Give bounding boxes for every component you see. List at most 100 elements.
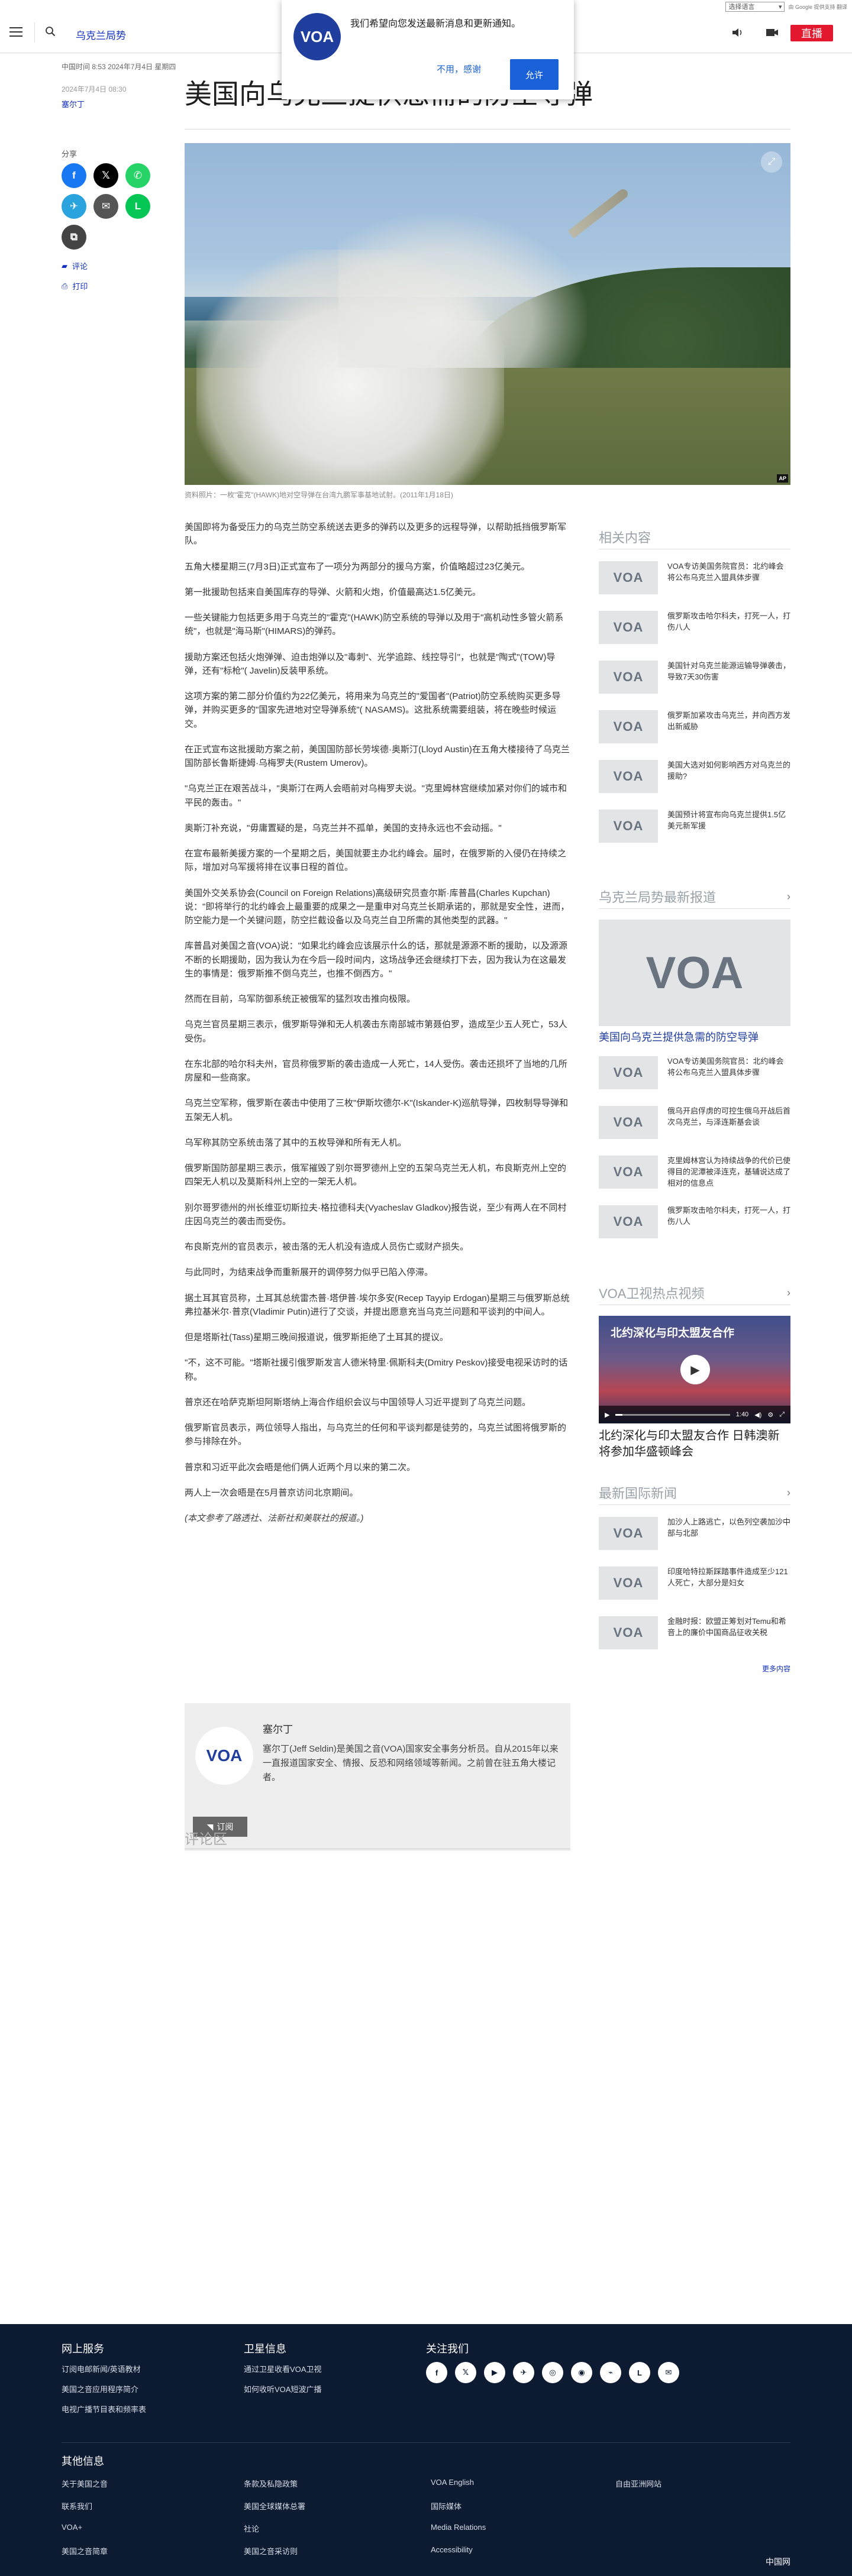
follow-us-heading: 关注我们 xyxy=(426,2343,469,2355)
article-paragraph: 然而在目前，乌军防御系统正被俄军的猛烈攻击推向极限。 xyxy=(185,994,416,1004)
menu-icon[interactable] xyxy=(9,27,22,37)
footer-link[interactable]: 条款及私隐政策 xyxy=(244,2478,298,2489)
article-paragraph: 乌克兰官员星期三表示，俄罗斯导弹和无人机袭击东南部城市第聂伯罗，造成至少五人死亡… xyxy=(185,1020,567,1044)
author-link[interactable]: 塞尔丁 xyxy=(62,98,85,109)
podcast-icon[interactable]: ◉ xyxy=(571,2362,592,2383)
telegram-share-icon[interactable]: ✈ xyxy=(62,194,86,219)
decline-notifications-button[interactable]: 不用，感谢 xyxy=(437,63,481,75)
video-caption[interactable]: 北约深化与印太盟友合作 日韩澳新将参加华盛顿峰会 xyxy=(599,1428,790,1460)
x-icon[interactable]: 𝕏 xyxy=(455,2362,476,2383)
rail-item-title: 俄罗斯攻击哈尔科夫，打死一人，打伤八人 xyxy=(667,611,791,632)
instagram-icon[interactable]: ◎ xyxy=(542,2362,563,2383)
whatsapp-share-icon[interactable]: ✆ xyxy=(125,163,150,188)
footer-link[interactable]: 美国之音简章 xyxy=(62,2545,108,2556)
featured-thumbnail[interactable]: VOA xyxy=(599,920,790,1026)
rail-item[interactable]: VOA 俄罗斯加紧攻击乌克兰，并向西方发出新威胁 xyxy=(599,710,790,748)
rail-item[interactable]: VOA VOA专访美国务院官员：北约峰会将公布乌克兰入盟具体步骤 xyxy=(599,1056,790,1094)
rail-item[interactable]: VOA 美国针对乌克兰能源运输导弹袭击，导致7天30伤害 xyxy=(599,661,790,698)
header-section-link[interactable]: 乌克兰局势 xyxy=(76,27,126,42)
notification-prompt: VOA 我们希望向您发送最新消息和更新通知。 不用，感谢 允许 xyxy=(282,0,574,99)
photo-credit: AP xyxy=(777,474,788,483)
fullscreen-icon[interactable]: ⤢ xyxy=(779,1411,785,1419)
article-paragraph: "不，这不可能。"塔斯社援引俄罗斯发言人德米特里·佩斯科夫(Dmitry Pes… xyxy=(185,1358,568,1382)
video-progress[interactable] xyxy=(615,1413,730,1416)
telegram-icon[interactable]: ✈ xyxy=(513,2362,534,2383)
rail-item[interactable]: VOA 俄罗斯攻击哈尔科夫，打死一人，打伤八人 xyxy=(599,1205,790,1243)
footer-link[interactable]: 美国全球媒体总署 xyxy=(244,2500,305,2512)
footer-link[interactable]: 自由亚洲网站 xyxy=(615,2478,661,2489)
live-button[interactable]: 直播 xyxy=(790,25,833,41)
facebook-icon[interactable]: f xyxy=(426,2362,447,2383)
line-share-icon[interactable]: L xyxy=(125,194,150,219)
article-paragraph: 但是塔斯社(Tass)星期三晚间报道说，俄罗斯拒绝了土耳其的提议。 xyxy=(185,1332,448,1342)
video-heading[interactable]: VOA卫视热点视频 › xyxy=(599,1283,790,1305)
rail-item[interactable]: VOA 印度哈特拉斯踩踏事件造成至少121人死亡，大部分是妇女 xyxy=(599,1567,790,1604)
youtube-icon[interactable]: ▶ xyxy=(484,2362,505,2383)
footer-link[interactable]: 国际媒体 xyxy=(431,2500,462,2512)
article-paragraph: 库普昌对美国之音(VOA)说："如果北约峰会应该展示什么的话，那就是源源不断的援… xyxy=(185,941,567,979)
rail-item[interactable]: VOA VOA专访美国务院官员：北约峰会将公布乌克兰入盟具体步骤 xyxy=(599,561,790,599)
world-list: VOA 加沙人上路逃亡，以色列空袭加沙中部与北部 VOA 印度哈特拉斯踩踏事件造成至少… xyxy=(599,1517,790,1654)
volume-icon[interactable]: ◀) xyxy=(754,1411,761,1419)
footer-link[interactable]: 美国之音应用程序简介 xyxy=(62,2383,138,2394)
footer-link[interactable]: 订阅电邮新闻/英语教材 xyxy=(62,2363,141,2374)
expand-icon[interactable]: ⤢ xyxy=(761,151,782,173)
video-player[interactable]: 北约深化与印太盟友合作 ▶ ▶ 1:40 ◀) ⚙ ⤢ xyxy=(599,1316,790,1423)
ukraine-heading[interactable]: 乌克兰局势最新报道 › xyxy=(599,887,790,909)
play-small-icon[interactable]: ▶ xyxy=(605,1411,609,1419)
email-icon[interactable]: ✉ xyxy=(658,2362,679,2383)
footer-link[interactable]: 电视广播节目表和频率表 xyxy=(62,2403,146,2415)
chevron-right-icon: › xyxy=(787,1486,790,1499)
footer-link[interactable]: 通过卫星收看VOA卫视 xyxy=(244,2363,321,2374)
rail-item[interactable]: VOA 俄罗斯攻击哈尔科夫，打死一人，打伤八人 xyxy=(599,611,790,649)
footer-link[interactable]: VOA English xyxy=(431,2478,474,2487)
rail-item[interactable]: VOA 美国大选对如何影响西方对乌克兰的援助? xyxy=(599,760,790,798)
article-paragraph: 在东北部的哈尔科夫州，官员称俄罗斯的袭击造成一人死亡，14人受伤。袭击还损坏了当… xyxy=(185,1059,567,1083)
search-icon[interactable] xyxy=(45,26,56,37)
footer-link[interactable]: 如何收听VOA短波广播 xyxy=(244,2383,321,2394)
footer-divider xyxy=(62,2442,790,2443)
rail-item[interactable]: VOA 加沙人上路逃亡，以色列空袭加沙中部与北部 xyxy=(599,1517,790,1555)
rail-item[interactable]: VOA 金融时报：欧盟正筹划对Temu和希音上的廉价中国商品征收关税 xyxy=(599,1616,790,1654)
comment-icon: ▰ xyxy=(62,261,67,270)
footer-link[interactable]: VOA+ xyxy=(62,2523,82,2532)
language-select[interactable]: 选择语言 ▾ xyxy=(725,1,785,12)
email-share-icon[interactable]: ✉ xyxy=(93,194,118,219)
featured-title[interactable]: 美国向乌克兰提供急需的防空导弹 xyxy=(599,1031,790,1044)
rail-item[interactable]: VOA 俄乌开启俘虏的可控生俄乌开战后首次乌克兰，与泽连斯基会谈 xyxy=(599,1106,790,1144)
rail-item[interactable]: VOA 克里姆林宫认为持续战争的代价已使得目的泥潭被泽连克，基辅说达成了相对的信息… xyxy=(599,1156,790,1193)
footer-link[interactable]: Accessibility xyxy=(431,2545,473,2554)
article-paragraph: 第一批援助包括来自美国库存的导弹、火箭和火炮，价值最高达1.5亿美元。 xyxy=(185,587,481,597)
video-icon[interactable] xyxy=(766,27,779,38)
hero-photo: ⤢ AP xyxy=(185,143,790,485)
footer-link[interactable]: Media Relations xyxy=(431,2523,486,2532)
line-icon[interactable]: L xyxy=(629,2362,650,2383)
article-paragraph: 一些关键能力包括更多用于乌克兰的"霍克"(HAWK)防空系统的导弹以及用于"高机… xyxy=(185,613,564,637)
article-timestamp: 中国时间 8:53 2024年7月4日 星期四 xyxy=(62,63,176,71)
video-heading-label: VOA卫视热点视频 xyxy=(599,1286,705,1301)
copy-link-icon[interactable]: ⧉ xyxy=(62,225,86,250)
settings-icon[interactable]: ⚙ xyxy=(767,1411,773,1419)
play-icon[interactable]: ▶ xyxy=(680,1355,710,1384)
footer-link[interactable]: 关于美国之音 xyxy=(62,2478,108,2489)
more-link[interactable]: 更多内容 xyxy=(599,1664,790,1674)
rail-item[interactable]: VOA 美国预计将宣布向乌克兰提供1.5亿美元新军援 xyxy=(599,810,790,847)
facebook-share-icon[interactable]: f xyxy=(62,163,86,188)
audio-icon[interactable] xyxy=(731,27,744,38)
footer-link[interactable]: 社论 xyxy=(244,2523,259,2534)
footer-link[interactable]: 美国之音采访则 xyxy=(244,2545,298,2556)
ukraine-heading-label: 乌克兰局势最新报道 xyxy=(599,890,717,905)
rail-thumbnail: VOA xyxy=(599,710,658,743)
comments-link[interactable]: ▰ 评论 xyxy=(62,260,88,271)
print-link[interactable]: ⎙ 打印 xyxy=(62,280,88,292)
world-heading[interactable]: 最新国际新闻 › xyxy=(599,1483,790,1505)
article-paragraph: 布良斯克州的官员表示，被击落的无人机没有造成人员伤亡或财产损失。 xyxy=(185,1242,469,1252)
allow-notifications-button[interactable]: 允许 xyxy=(510,59,559,90)
x-share-icon[interactable]: 𝕏 xyxy=(93,163,118,188)
rss-icon[interactable]: ⌁ xyxy=(600,2362,621,2383)
author-name[interactable]: 塞尔丁 xyxy=(263,1721,293,1736)
other-info-heading: 其他信息 xyxy=(62,2455,104,2467)
rail-thumbnail: VOA xyxy=(599,561,658,594)
photo-missile xyxy=(567,187,630,239)
footer-link[interactable]: 联系我们 xyxy=(62,2500,92,2512)
